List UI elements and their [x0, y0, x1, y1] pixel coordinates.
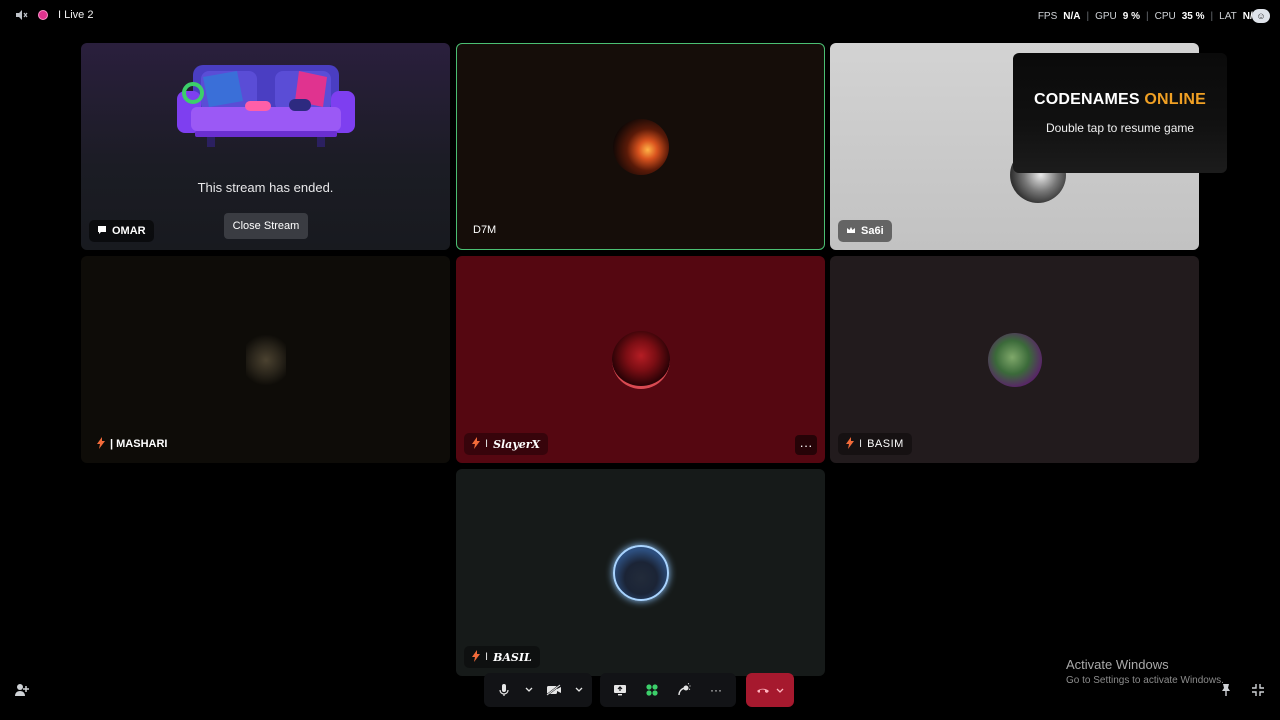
gpu-value: 9 %: [1122, 10, 1141, 22]
participant-avatar: [612, 544, 669, 601]
chat-icon: [97, 225, 107, 238]
user-avatar-icon[interactable]: ☺: [1252, 9, 1270, 23]
watermark-subtitle: Go to Settings to activate Windows.: [1066, 675, 1224, 686]
stat-separator: |: [1146, 10, 1149, 22]
chevron-down-icon[interactable]: [776, 681, 784, 699]
participant-name: SlayerX: [493, 437, 541, 451]
participant-tile-d7m[interactable]: D7M: [456, 43, 825, 250]
game-title-accent: ONLINE: [1144, 91, 1207, 108]
stream-ended-message: This stream has ended.: [197, 180, 334, 195]
participant-name: Sa6i: [861, 225, 884, 237]
performance-stats: FPS N/A | GPU 9 % | CPU 35 % | LAT N/A ☺: [1038, 9, 1270, 23]
name-prefix: I: [485, 651, 489, 663]
tile-more-options-button[interactable]: ···: [795, 435, 817, 455]
participant-avatar: [245, 334, 286, 385]
screen-share-button[interactable]: [606, 676, 634, 704]
participant-name: BASIM: [867, 438, 904, 450]
call-controls: ···: [484, 673, 794, 707]
participant-tile-slayerx[interactable]: I SlayerX ···: [456, 256, 825, 463]
top-bar-left: I Live 2: [14, 8, 93, 22]
live-indicator-icon: [38, 10, 48, 20]
channel-name[interactable]: I Live 2: [58, 9, 93, 21]
watermark-title: Activate Windows: [1066, 657, 1169, 672]
nameplate-basil: I BASIL: [464, 646, 540, 668]
invite-people-button[interactable]: [11, 679, 33, 701]
participant-avatar: [612, 118, 669, 175]
resume-game-hint: Double tap to resume game: [1045, 121, 1195, 135]
activities-button[interactable]: [638, 676, 666, 704]
lightning-icon: [846, 436, 854, 452]
name-prefix: I: [859, 438, 863, 450]
participant-avatar: [987, 332, 1042, 387]
gpu-label: GPU: [1095, 10, 1117, 22]
lightning-icon: [472, 649, 480, 665]
cpu-value: 35 %: [1181, 10, 1205, 22]
disconnect-button[interactable]: [746, 673, 794, 707]
game-title-main: CODENAMES: [1033, 91, 1140, 108]
nameplate-omar: OMAR: [89, 220, 154, 242]
hang-up-icon: [756, 681, 770, 699]
lightning-icon: [97, 436, 105, 452]
participant-tile-mashari[interactable]: | MASHARI: [81, 256, 450, 463]
pin-button[interactable]: [1215, 679, 1237, 701]
name-prefix: I: [485, 438, 489, 450]
nameplate-d7m: D7M: [465, 219, 504, 241]
more-options-button[interactable]: ···: [702, 676, 730, 704]
participant-name: BASIL: [493, 650, 532, 664]
participant-name: OMAR: [112, 225, 146, 237]
stream-tile-omar[interactable]: This stream has ended. Close Stream OMAR: [81, 43, 450, 250]
stat-separator: |: [1086, 10, 1090, 22]
activity-controls: ···: [600, 673, 736, 707]
top-bar: I Live 2 FPS N/A | GPU 9 % | CPU 35 % | …: [0, 0, 1280, 32]
exit-fullscreen-button[interactable]: [1247, 679, 1269, 701]
fps-label: FPS: [1037, 10, 1058, 22]
game-activity-card[interactable]: CODENAMES ONLINE Double tap to resume ga…: [1013, 53, 1227, 173]
participant-name: | MASHARI: [110, 438, 168, 450]
crown-icon: [846, 225, 856, 238]
chevron-down-icon[interactable]: [572, 676, 586, 704]
camera-off-button[interactable]: [540, 676, 568, 704]
nameplate-sa6i: Sa6i: [838, 220, 892, 242]
couch-illustration-icon: [177, 65, 355, 147]
windows-activation-watermark: Activate Windows Go to Settings to activ…: [1066, 657, 1224, 686]
microphone-button[interactable]: [490, 676, 518, 704]
chevron-down-icon[interactable]: [522, 676, 536, 704]
lightning-icon: [472, 436, 480, 452]
lat-label: LAT: [1219, 10, 1237, 22]
participant-tile-basil[interactable]: I BASIL: [456, 469, 825, 676]
nameplate-mashari: | MASHARI: [89, 433, 175, 455]
participant-name: D7M: [473, 224, 497, 236]
game-title: CODENAMES ONLINE: [1034, 91, 1206, 109]
cpu-label: CPU: [1154, 10, 1176, 22]
participant-avatar: [611, 330, 670, 389]
nameplate-slayerx: I SlayerX: [464, 433, 549, 455]
fps-value: N/A: [1063, 10, 1081, 22]
stat-separator: |: [1210, 10, 1214, 22]
audio-video-controls: [484, 673, 592, 707]
speaker-muted-icon[interactable]: [14, 8, 28, 22]
participant-tile-basim[interactable]: I BASIM: [830, 256, 1199, 463]
soundboard-button[interactable]: [670, 676, 698, 704]
nameplate-basim: I BASIM: [838, 433, 912, 455]
close-stream-button[interactable]: Close Stream: [224, 213, 308, 239]
